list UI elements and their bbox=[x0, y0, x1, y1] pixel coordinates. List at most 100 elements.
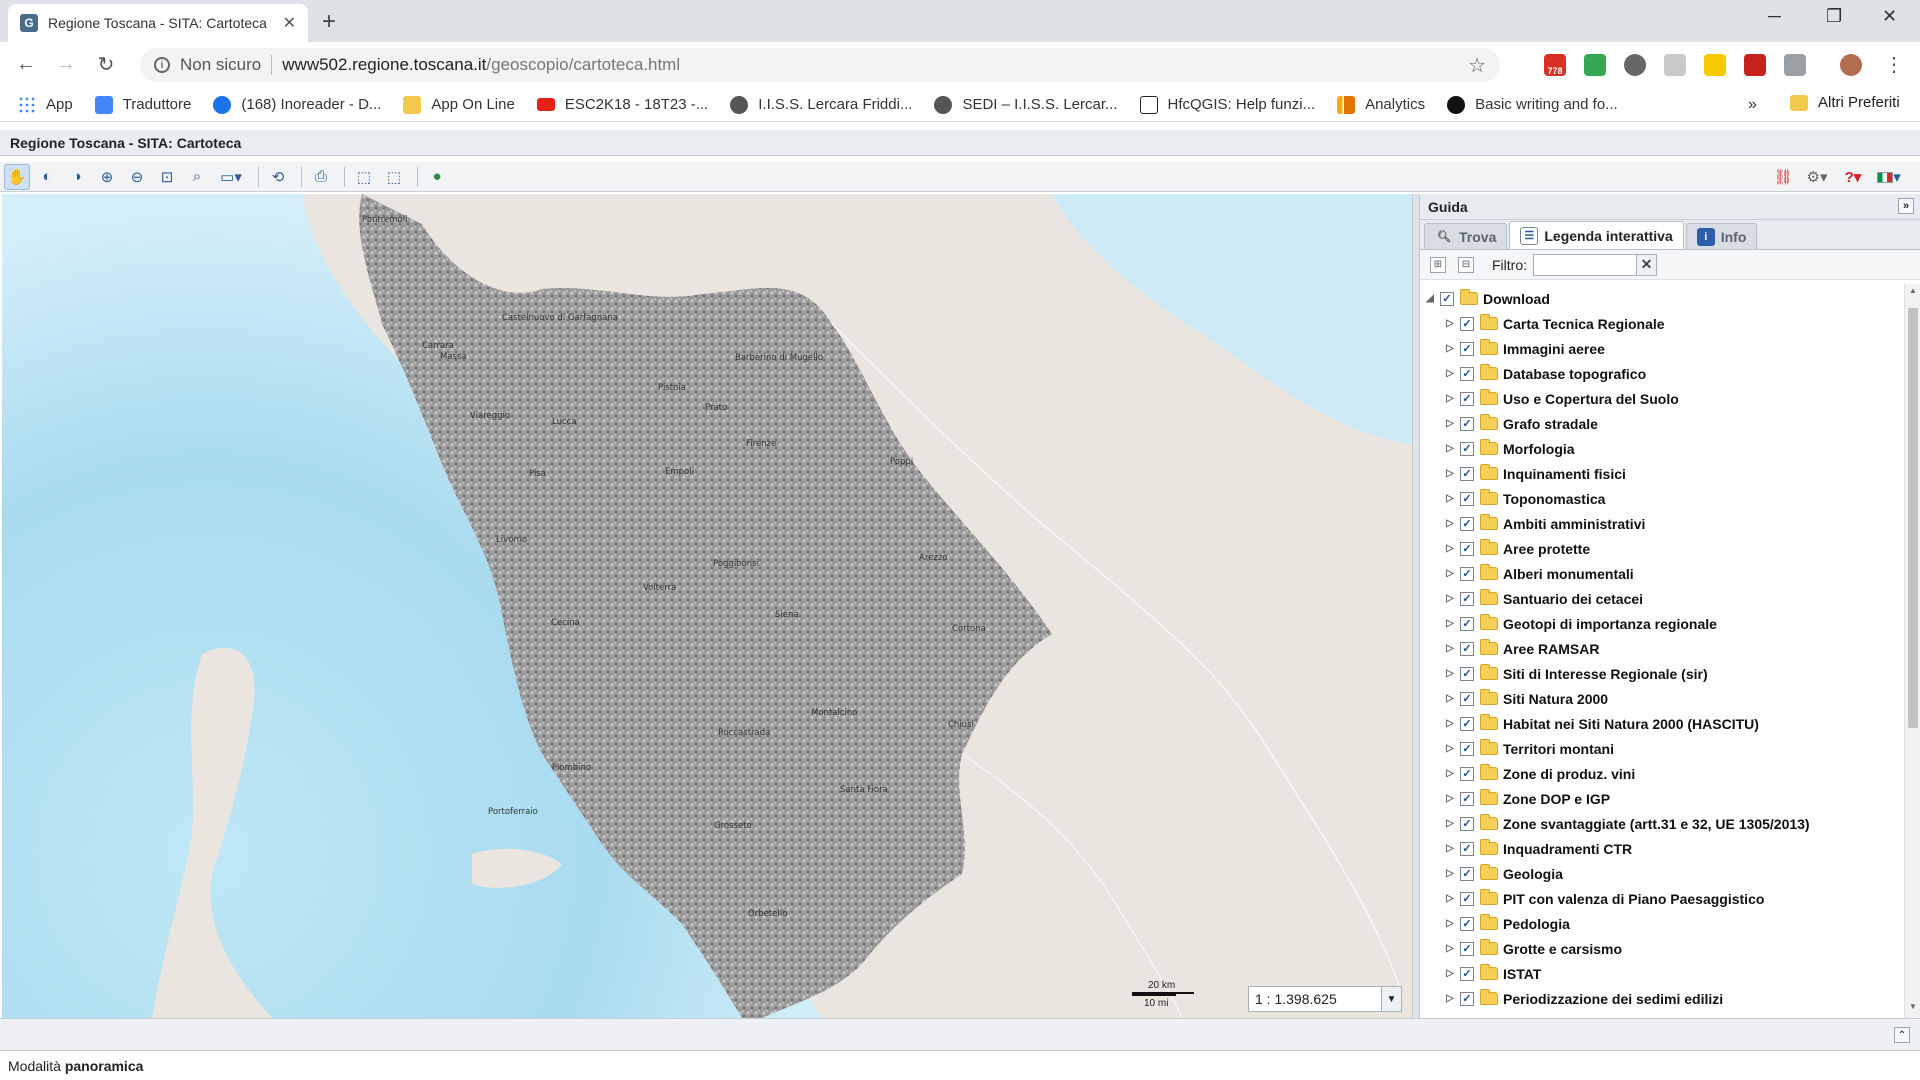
calendar-extension-icon[interactable]: 778 bbox=[1544, 54, 1566, 76]
zoom-in-icon[interactable]: ⊕ bbox=[94, 164, 120, 190]
tree-node-layer[interactable]: ▷ ✓ Grafo stradale bbox=[1420, 411, 1904, 436]
layer-checkbox[interactable]: ✓ bbox=[1460, 466, 1474, 481]
collapsed-arrow-icon[interactable]: ▷ bbox=[1444, 818, 1456, 829]
bookmark-star-icon[interactable]: ☆ bbox=[1468, 53, 1486, 78]
bookmark-item[interactable]: (168) Inoreader - D... bbox=[213, 95, 381, 114]
tree-node-layer[interactable]: ▷ ✓ Carta Tecnica Regionale bbox=[1420, 311, 1904, 336]
bookmarks-overflow-button[interactable]: » bbox=[1748, 96, 1757, 114]
layer-checkbox[interactable]: ✓ bbox=[1460, 966, 1474, 981]
collapsed-arrow-icon[interactable]: ▷ bbox=[1444, 643, 1456, 654]
unlink-icon[interactable]: ⛓ bbox=[1770, 164, 1796, 190]
layer-checkbox[interactable]: ✓ bbox=[1460, 516, 1474, 531]
tree-node-layer[interactable]: ▷ ✓ Alberi monumentali bbox=[1420, 561, 1904, 586]
collapsed-arrow-icon[interactable]: ▷ bbox=[1444, 718, 1456, 729]
layer-checkbox[interactable]: ✓ bbox=[1460, 616, 1474, 631]
tree-node-layer[interactable]: ▷ ✓ Aree RAMSAR bbox=[1420, 636, 1904, 661]
close-tab-icon[interactable]: ✕ bbox=[283, 13, 296, 33]
maximize-icon[interactable]: ❐ bbox=[1826, 6, 1842, 27]
tree-node-layer[interactable]: ▷ ✓ PIT con valenza di Piano Paesaggistico bbox=[1420, 886, 1904, 911]
select-add-icon[interactable]: ⬚ bbox=[351, 164, 377, 190]
tree-node-layer[interactable]: ▷ ✓ Inquinamenti fisici bbox=[1420, 461, 1904, 486]
tree-node-layer[interactable]: ▷ ✓ Aree protette bbox=[1420, 536, 1904, 561]
layer-checkbox[interactable]: ✓ bbox=[1460, 366, 1474, 381]
globe-icon[interactable]: ● bbox=[424, 164, 450, 190]
tree-node-layer[interactable]: ▷ ✓ ISTAT bbox=[1420, 961, 1904, 986]
close-window-icon[interactable]: ✕ bbox=[1882, 6, 1897, 27]
layer-checkbox[interactable]: ✓ bbox=[1460, 566, 1474, 581]
bookmark-item[interactable]: HfcQGIS: Help funzi... bbox=[1139, 95, 1315, 114]
shield-extension-icon[interactable] bbox=[1664, 54, 1686, 76]
collapse-all-icon[interactable]: ⊟ bbox=[1458, 256, 1474, 273]
layer-checkbox[interactable]: ✓ bbox=[1440, 291, 1454, 306]
collapsed-arrow-icon[interactable]: ▷ bbox=[1444, 918, 1456, 929]
panel-splitter[interactable] bbox=[1412, 194, 1420, 1018]
mail-extension-icon[interactable] bbox=[1624, 54, 1646, 76]
pan-hand-icon[interactable]: ✋ bbox=[4, 163, 30, 190]
select-remove-icon[interactable]: ⬚ bbox=[381, 164, 407, 190]
scale-select[interactable]: 1 : 1.398.625 ▼ bbox=[1248, 986, 1402, 1012]
filter-input[interactable] bbox=[1533, 253, 1637, 276]
layer-checkbox[interactable]: ✓ bbox=[1460, 441, 1474, 456]
drive-extension-icon[interactable] bbox=[1584, 54, 1606, 76]
browser-menu-icon[interactable]: ⋮ bbox=[1880, 50, 1908, 78]
other-bookmarks-folder[interactable]: Altri Preferiti bbox=[1790, 94, 1900, 111]
collapsed-arrow-icon[interactable]: ▷ bbox=[1444, 993, 1456, 1004]
zoom-next-icon[interactable]: ◑ bbox=[64, 164, 90, 190]
map-canvas[interactable]: Pontremoli Castelnuovo di Garfagnana Car… bbox=[2, 194, 1412, 1018]
layer-checkbox[interactable]: ✓ bbox=[1460, 541, 1474, 556]
zoom-box-icon[interactable]: ⊡ bbox=[154, 164, 180, 190]
collapsed-arrow-icon[interactable]: ▷ bbox=[1444, 443, 1456, 454]
browser-tab[interactable]: G Regione Toscana - SITA: Cartoteca ✕ bbox=[8, 4, 308, 42]
tab-info[interactable]: i Info bbox=[1685, 223, 1758, 249]
layer-checkbox[interactable]: ✓ bbox=[1460, 666, 1474, 681]
address-bar[interactable]: i Non sicuro www502.regione.toscana.it /… bbox=[140, 48, 1500, 82]
chevron-down-icon[interactable]: ▼ bbox=[1381, 987, 1401, 1011]
collapsed-arrow-icon[interactable]: ▷ bbox=[1444, 793, 1456, 804]
bookmark-item[interactable]: App bbox=[18, 95, 73, 114]
print-icon[interactable]: ⎙ bbox=[308, 164, 334, 190]
layer-checkbox[interactable]: ✓ bbox=[1460, 341, 1474, 356]
layer-checkbox[interactable]: ✓ bbox=[1460, 866, 1474, 881]
cast-extension-icon[interactable] bbox=[1784, 54, 1806, 76]
bookmark-item[interactable]: Analytics bbox=[1337, 95, 1425, 114]
zoom-previous-icon[interactable]: ◐ bbox=[34, 164, 60, 190]
settings-gear-icon[interactable]: ⚙▾ bbox=[1800, 164, 1834, 190]
expanded-arrow-icon[interactable]: ◢ bbox=[1424, 293, 1436, 304]
layer-checkbox[interactable]: ✓ bbox=[1460, 916, 1474, 931]
layer-checkbox[interactable]: ✓ bbox=[1460, 491, 1474, 506]
collapse-panel-icon[interactable]: » bbox=[1898, 198, 1914, 214]
tree-node-layer[interactable]: ▷ ✓ Geologia bbox=[1420, 861, 1904, 886]
bookmark-item[interactable]: App On Line bbox=[403, 95, 515, 114]
collapsed-arrow-icon[interactable]: ▷ bbox=[1444, 893, 1456, 904]
collapsed-arrow-icon[interactable]: ▷ bbox=[1444, 493, 1456, 504]
layer-checkbox[interactable]: ✓ bbox=[1460, 691, 1474, 706]
layer-checkbox[interactable]: ✓ bbox=[1460, 841, 1474, 856]
tree-node-layer[interactable]: ▷ ✓ Grotte e carsismo bbox=[1420, 936, 1904, 961]
layer-checkbox[interactable]: ✓ bbox=[1460, 416, 1474, 431]
collapsed-arrow-icon[interactable]: ▷ bbox=[1444, 693, 1456, 704]
tree-node-layer[interactable]: ▷ ✓ Immagini aeree bbox=[1420, 336, 1904, 361]
collapsed-arrow-icon[interactable]: ▷ bbox=[1444, 543, 1456, 554]
measure-dropdown-icon[interactable]: ▭▾ bbox=[214, 164, 248, 190]
layer-checkbox[interactable]: ✓ bbox=[1460, 641, 1474, 656]
tree-node-layer[interactable]: ▷ ✓ Toponomastica bbox=[1420, 486, 1904, 511]
collapsed-arrow-icon[interactable]: ▷ bbox=[1444, 568, 1456, 579]
collapsed-arrow-icon[interactable]: ▷ bbox=[1444, 968, 1456, 979]
tree-node-layer[interactable]: ▷ ✓ Zone di produz. vini bbox=[1420, 761, 1904, 786]
tree-node-layer[interactable]: ▷ ✓ Periodizzazione dei sedimi edilizi bbox=[1420, 986, 1904, 1011]
language-flag-icon[interactable]: ▾ bbox=[1872, 164, 1906, 190]
layer-checkbox[interactable]: ✓ bbox=[1460, 391, 1474, 406]
tree-node-layer[interactable]: ▷ ✓ Pedologia bbox=[1420, 911, 1904, 936]
bookmark-item[interactable]: SEDI – I.I.S.S. Lercar... bbox=[934, 95, 1118, 114]
collapsed-arrow-icon[interactable]: ▷ bbox=[1444, 593, 1456, 604]
tree-node-layer[interactable]: ▷ ✓ Ambiti amministrativi bbox=[1420, 511, 1904, 536]
layer-checkbox[interactable]: ✓ bbox=[1460, 716, 1474, 731]
zoom-extent-icon[interactable]: ⌕ bbox=[184, 164, 210, 190]
collapsed-arrow-icon[interactable]: ▷ bbox=[1444, 418, 1456, 429]
new-tab-button[interactable]: + bbox=[322, 8, 336, 36]
keep-extension-icon[interactable] bbox=[1704, 54, 1726, 76]
tree-node-layer[interactable]: ▷ ✓ Zone svantaggiate (artt.31 e 32, UE 13… bbox=[1420, 811, 1904, 836]
collapsed-arrow-icon[interactable]: ▷ bbox=[1444, 518, 1456, 529]
collapsed-arrow-icon[interactable]: ▷ bbox=[1444, 943, 1456, 954]
collapsed-arrow-icon[interactable]: ▷ bbox=[1444, 843, 1456, 854]
